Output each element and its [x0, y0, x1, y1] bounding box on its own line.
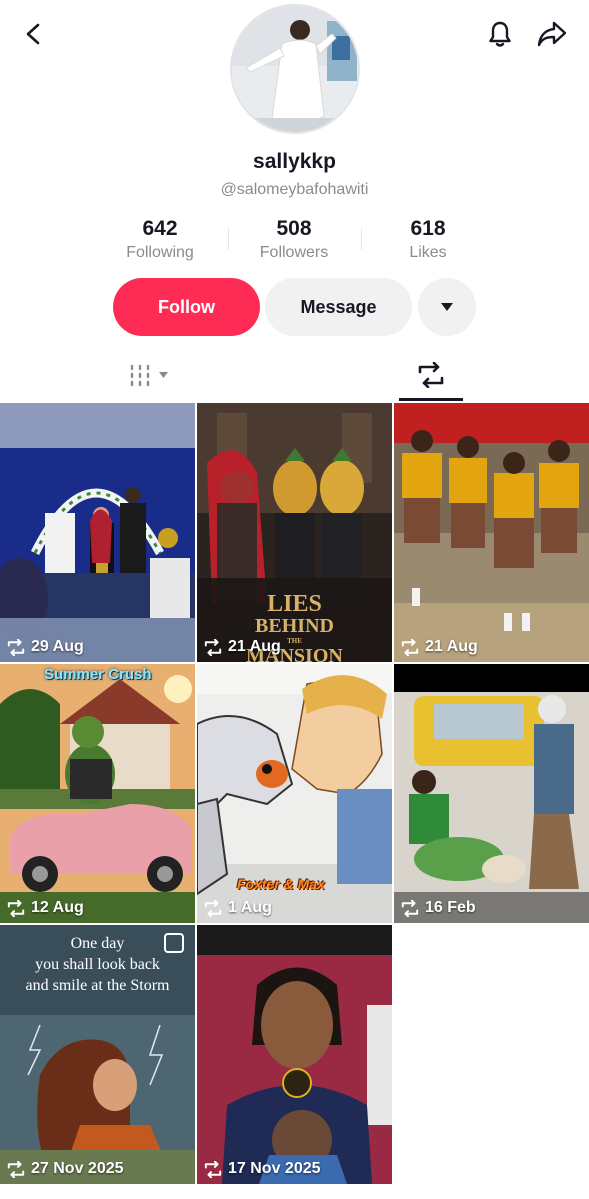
stat-divider [228, 228, 229, 250]
repost-icon [418, 362, 444, 388]
video-overlay-title: Foxter & Max [237, 876, 325, 892]
video-date: 29 Aug [6, 638, 84, 656]
repost-icon [204, 899, 222, 917]
video-tile[interactable]: 17 Nov 2025 [197, 925, 392, 1184]
video-tile[interactable]: Foxter & Max 1 Aug [197, 664, 392, 923]
video-tile[interactable]: One day you shall look back and smile at… [0, 925, 195, 1184]
video-thumbnail [0, 664, 195, 923]
video-date: 27 Nov 2025 [6, 1160, 124, 1178]
video-tile[interactable]: 29 Aug [0, 403, 195, 662]
following-label: Following [126, 244, 194, 261]
username: sallykkp [253, 150, 336, 173]
repost-icon [204, 1160, 222, 1178]
video-tile[interactable]: 16 Feb [394, 664, 589, 923]
tab-reposts[interactable] [413, 360, 449, 390]
more-options-button[interactable] [418, 278, 476, 336]
video-thumbnail [394, 403, 589, 662]
video-tile[interactable]: 21 Aug [394, 403, 589, 662]
profile-tabs [0, 352, 589, 402]
repost-icon [7, 899, 25, 917]
likes-count: 618 [410, 217, 446, 240]
repost-icon [204, 638, 222, 656]
video-date: 21 Aug [203, 638, 281, 656]
following-stat[interactable]: 642 Following [100, 216, 220, 264]
avatar-image [232, 6, 358, 132]
video-date: 17 Nov 2025 [203, 1160, 321, 1178]
video-date: 12 Aug [6, 899, 84, 917]
share-button[interactable] [532, 14, 572, 54]
active-tab-indicator [399, 398, 463, 401]
avatar[interactable] [230, 4, 360, 134]
following-count: 642 [142, 217, 178, 240]
video-thumbnail [0, 403, 195, 662]
likes-label: Likes [409, 244, 447, 261]
video-date: 16 Feb [400, 899, 476, 917]
back-button[interactable] [14, 14, 54, 54]
caret-down-icon [441, 303, 453, 311]
followers-count: 508 [276, 217, 312, 240]
video-overlay-title: Summer Crush [44, 666, 152, 683]
chevron-left-icon [26, 23, 40, 45]
video-thumbnail [197, 925, 392, 1184]
video-overlay-title: One day you shall look back and smile at… [25, 935, 170, 994]
likes-stat[interactable]: 618 Likes [368, 216, 488, 264]
video-date: 21 Aug [400, 638, 478, 656]
user-handle: @salomeybafohawiti [220, 181, 369, 198]
bell-icon [489, 21, 511, 47]
grid-icon [130, 364, 150, 387]
follow-button[interactable]: Follow [113, 278, 260, 336]
tab-videos[interactable] [128, 360, 188, 390]
video-thumbnail [394, 664, 589, 923]
caret-down-icon [159, 372, 168, 378]
stat-divider [361, 228, 362, 250]
video-date: 1 Aug [203, 899, 272, 917]
message-button[interactable]: Message [265, 278, 412, 336]
repost-icon [401, 899, 419, 917]
video-tile[interactable]: Summer Crush 12 Aug [0, 664, 195, 923]
repost-icon [7, 1160, 25, 1178]
repost-icon [401, 638, 419, 656]
followers-stat[interactable]: 508 Followers [234, 216, 354, 264]
followers-label: Followers [259, 244, 329, 261]
repost-icon [7, 638, 25, 656]
notification-button[interactable] [480, 14, 520, 54]
share-arrow-icon [537, 21, 567, 47]
video-tile[interactable]: LIES BEHIND THE MANSION 21 Aug [197, 403, 392, 662]
